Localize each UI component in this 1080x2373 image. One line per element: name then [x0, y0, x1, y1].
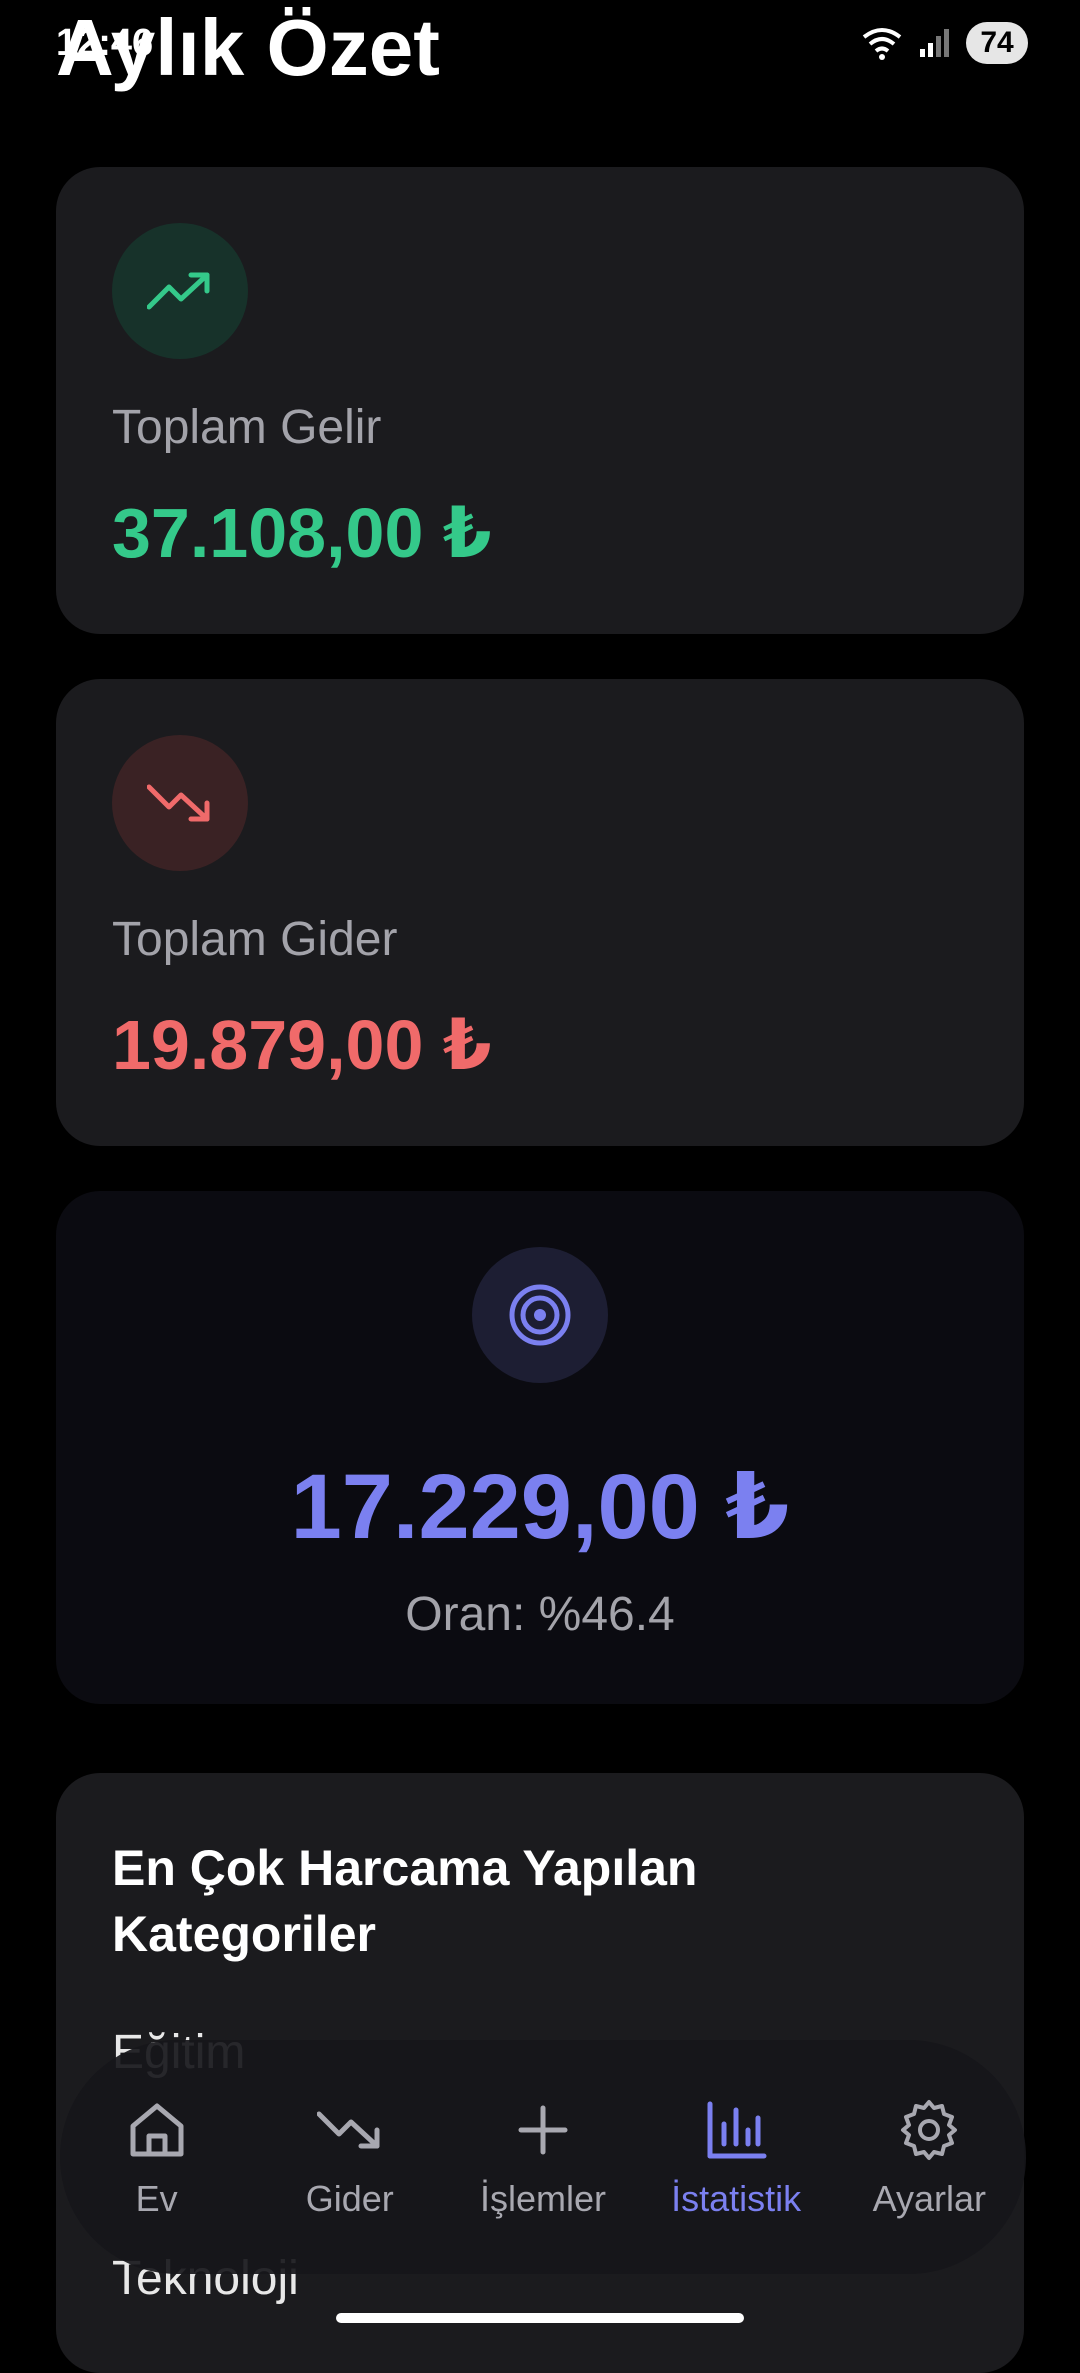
net-ratio: Oran: %46.4 [405, 1588, 675, 1641]
plus-icon [507, 2094, 579, 2166]
nav-label-ayarlar: Ayarlar [872, 2178, 987, 2219]
nav-item-islemler[interactable]: İşlemler [451, 2094, 635, 2220]
page-title: Aylık Özet [56, 3, 440, 92]
nav-item-ayarlar[interactable]: Ayarlar [837, 2094, 1021, 2220]
nav-item-gider[interactable]: Gider [258, 2094, 442, 2220]
status-icons: 74 [860, 22, 1028, 64]
battery-indicator: 74 [966, 22, 1028, 64]
income-card: Toplam Gelir 37.108,00 ₺ [56, 167, 1024, 634]
net-balance-card: 17.229,00 ₺ Oran: %46.4 [56, 1191, 1024, 1704]
home-icon [121, 2094, 193, 2166]
nav-label-gider: Gider [305, 2178, 394, 2219]
nav-item-istatistik[interactable]: İstatistik [644, 2094, 828, 2220]
nav-label-ev: Ev [135, 2178, 178, 2219]
section-title: En Çok Harcama Yapılan Kategoriler [112, 1840, 698, 1962]
expense-label: Toplam Gider [112, 913, 398, 966]
target-icon [472, 1247, 608, 1383]
trending-down-icon [314, 2094, 386, 2166]
net-amount: 17.229,00 ₺ [290, 1456, 790, 1558]
income-amount: 37.108,00 ₺ [112, 494, 492, 572]
signal-icon [920, 29, 949, 57]
bottom-navigation: Ev Gider İşlemler İstatistik Ayarlar [60, 2040, 1026, 2274]
expense-amount: 19.879,00 ₺ [112, 1006, 492, 1084]
nav-label-islemler: İşlemler [479, 2178, 606, 2219]
income-label: Toplam Gelir [112, 401, 382, 454]
nav-label-istatistik: İstatistik [671, 2178, 802, 2219]
bar-chart-icon [700, 2094, 772, 2166]
home-indicator[interactable] [336, 2313, 744, 2323]
wifi-icon [862, 28, 902, 60]
nav-item-ev[interactable]: Ev [65, 2094, 249, 2220]
trending-down-icon [112, 735, 248, 871]
expense-card: Toplam Gider 19.879,00 ₺ [56, 679, 1024, 1146]
trending-up-icon [112, 223, 248, 359]
gear-icon [893, 2094, 965, 2166]
